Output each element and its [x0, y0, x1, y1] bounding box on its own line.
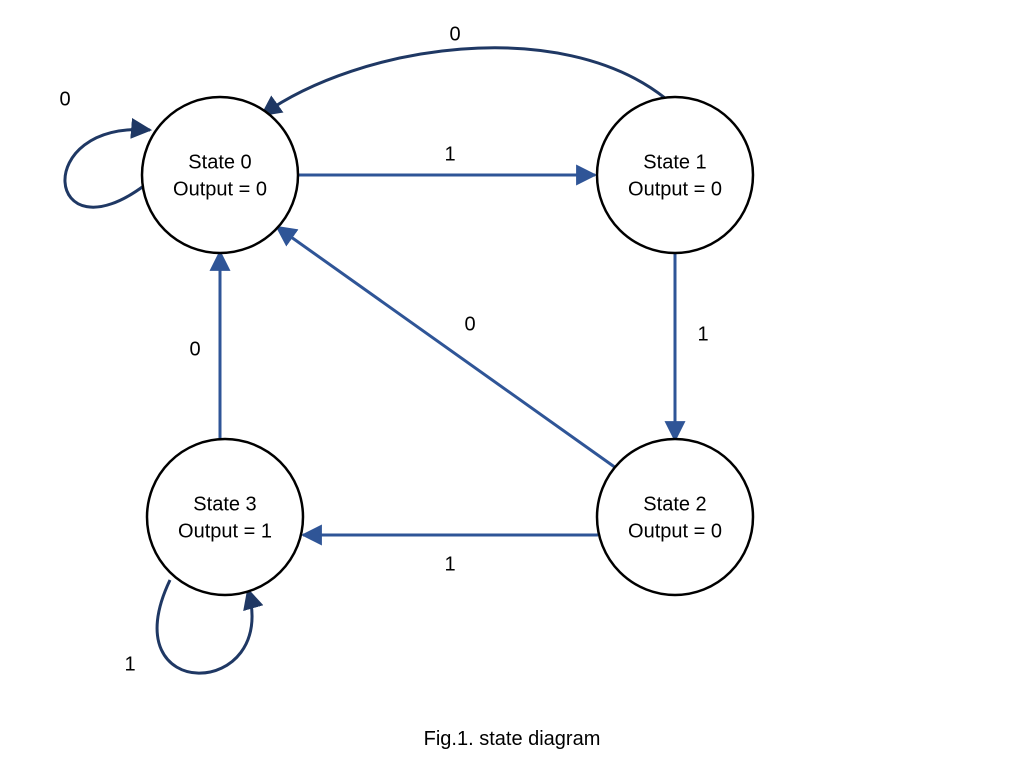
- transition-s2-to-s0-0: 0: [277, 227, 616, 468]
- state-2-name: State 2: [643, 493, 706, 515]
- transition-s3-to-s0-0: 0: [189, 252, 220, 440]
- transition-s1-to-s0-0: 0: [262, 23, 665, 115]
- state-2-output: Output = 0: [628, 520, 722, 542]
- state-3-name: State 3: [193, 493, 256, 515]
- transition-s0-to-s1-1: 1: [297, 143, 595, 175]
- state-0-node: State 0 Output = 0: [142, 97, 298, 253]
- state-1-node: State 1 Output = 0: [597, 97, 753, 253]
- transition-s0-self-0: 0: [59, 88, 150, 207]
- transition-label: 0: [59, 88, 70, 110]
- state-3-output: Output = 1: [178, 520, 272, 542]
- transition-label: 0: [449, 23, 460, 45]
- state-diagram: 0 1 0 1 0 1 0 1 State 0 Output = 0: [0, 0, 1024, 784]
- state-1-name: State 1: [643, 151, 706, 173]
- transition-label: 1: [444, 143, 455, 165]
- transition-s1-to-s2-1: 1: [675, 252, 709, 440]
- transition-label: 0: [189, 338, 200, 360]
- state-3-node: State 3 Output = 1: [147, 439, 303, 595]
- figure-caption: Fig.1. state diagram: [424, 728, 601, 750]
- transition-label: 1: [444, 553, 455, 575]
- state-0-output: Output = 0: [173, 178, 267, 200]
- state-1-output: Output = 0: [628, 178, 722, 200]
- transition-label: 1: [697, 323, 708, 345]
- transition-label: 1: [124, 653, 135, 675]
- transition-label: 0: [464, 313, 475, 335]
- transition-s2-to-s3-1: 1: [303, 535, 598, 575]
- state-2-node: State 2 Output = 0: [597, 439, 753, 595]
- state-0-name: State 0: [188, 151, 251, 173]
